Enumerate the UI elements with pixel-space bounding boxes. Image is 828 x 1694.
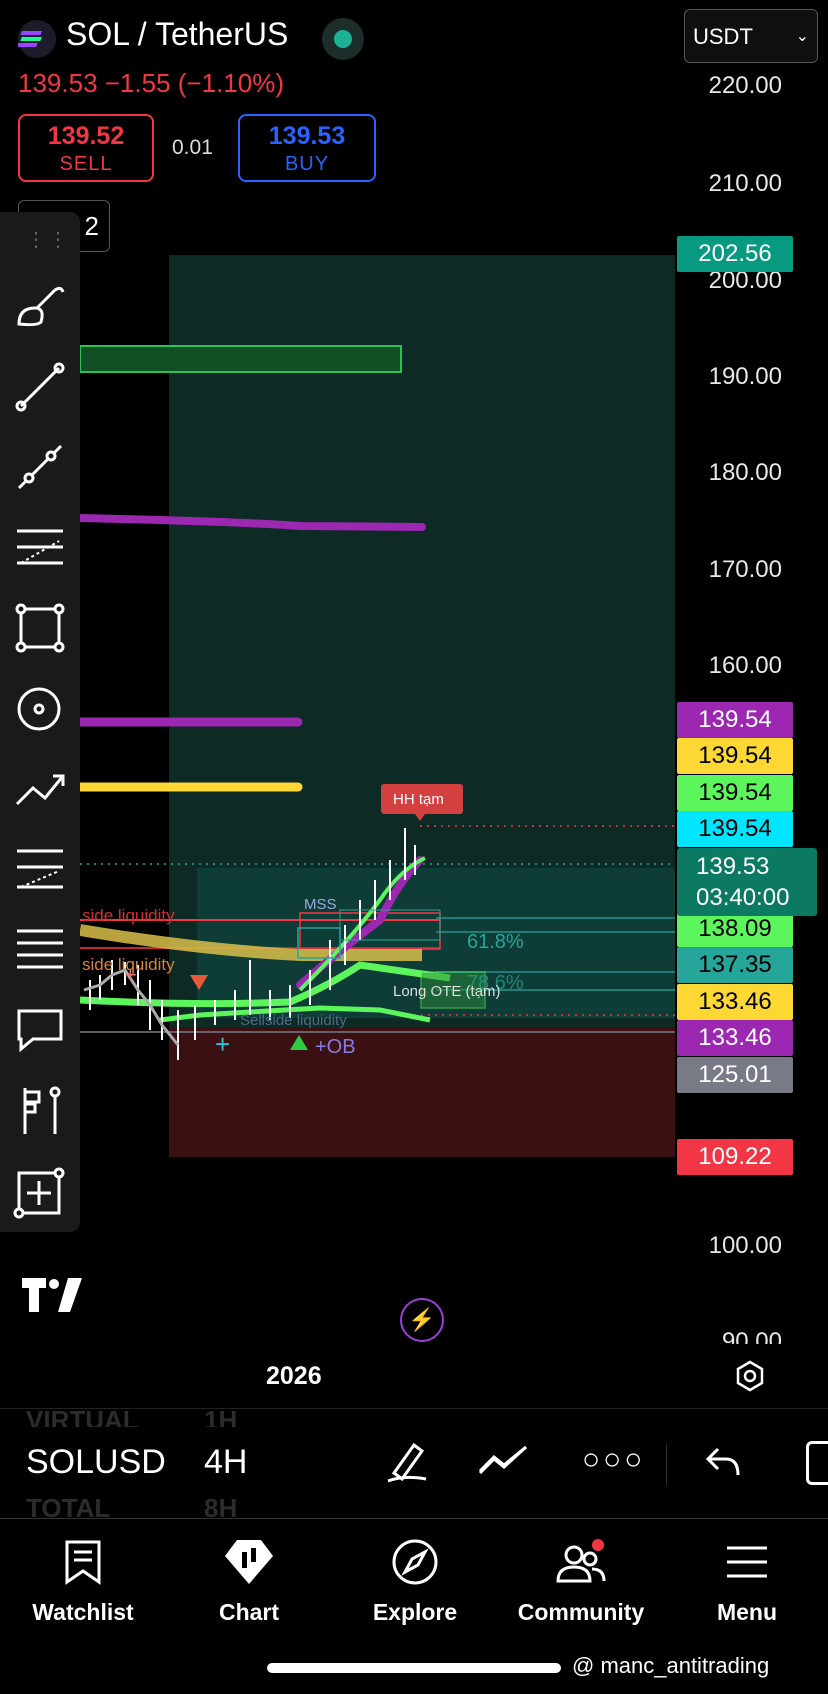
nav-label: Explore xyxy=(372,1599,458,1625)
candles-icon xyxy=(166,1529,332,1595)
divider xyxy=(666,1445,667,1485)
hh-label: HH tạm xyxy=(393,791,444,808)
path-icon[interactable] xyxy=(8,759,72,819)
indicators-icon[interactable] xyxy=(478,1443,530,1484)
chart-timeframe[interactable]: 4H xyxy=(204,1443,247,1482)
price-tag: 133.46 xyxy=(677,1020,793,1056)
tradingview-logo-icon xyxy=(22,1278,94,1319)
nav-chart[interactable]: Chart xyxy=(166,1519,332,1649)
mss-label: MSS xyxy=(304,896,337,913)
bar-countdown: 03:40:00 xyxy=(696,884,790,911)
current-price-tag: 139.53 03:40:00 xyxy=(677,848,817,916)
brush-icon[interactable] xyxy=(8,277,72,337)
axis-label: 90.00 xyxy=(721,1328,782,1344)
nav-watchlist[interactable]: Watchlist xyxy=(0,1519,166,1649)
rectangle-icon[interactable] xyxy=(8,598,72,658)
price-tag: 125.01 xyxy=(677,1057,793,1093)
ghost-tf-top: 1H xyxy=(204,1405,238,1427)
price-tag: 133.46 xyxy=(677,984,793,1020)
compass-icon xyxy=(332,1529,498,1595)
ghost-symbol-top: VIRTUAL xyxy=(26,1405,139,1427)
measure-icon[interactable] xyxy=(8,1162,72,1222)
axis-label: 100.00 xyxy=(708,1232,782,1259)
watermark: @ manc_antitrading xyxy=(572,1653,770,1678)
nav-explore[interactable]: Explore xyxy=(332,1519,498,1649)
axis-label: 180.00 xyxy=(708,459,782,486)
nav-label: Watchlist xyxy=(32,1599,134,1625)
svg-text:+: + xyxy=(215,1029,230,1059)
axis-label: 170.00 xyxy=(708,556,782,583)
nav-community[interactable]: Community xyxy=(498,1519,664,1649)
comment-icon[interactable] xyxy=(8,1000,72,1060)
liquidity-label-2: side liquidity xyxy=(82,955,175,974)
long-position-icon[interactable] xyxy=(8,1081,72,1141)
price-tag: 139.54 xyxy=(677,811,793,847)
nav-menu[interactable]: Menu xyxy=(664,1519,828,1649)
circle-icon[interactable] xyxy=(8,679,72,739)
bookmark-icon xyxy=(0,1529,166,1595)
price-tag: 139.54 xyxy=(677,702,793,738)
more-icon[interactable]: ○○○ xyxy=(582,1443,645,1477)
price-tag: 138.09 xyxy=(677,911,793,947)
ob-label: +OB xyxy=(315,1036,356,1058)
fullscreen-icon[interactable] xyxy=(806,1441,828,1485)
axis-label: 210.00 xyxy=(708,170,782,197)
fib-618-label: 61.8% xyxy=(467,931,524,953)
price-tag: 137.35 xyxy=(677,947,793,983)
price-tag: 109.22 xyxy=(677,1139,793,1175)
home-indicator[interactable] xyxy=(267,1663,561,1673)
drawing-toolbar: ⋮⋮ xyxy=(0,212,80,1232)
liquidity-label-1: side liquidity xyxy=(82,906,175,925)
current-price: 139.53 xyxy=(696,853,770,880)
chart-settings-icon[interactable] xyxy=(734,1360,766,1397)
undo-icon[interactable] xyxy=(705,1447,740,1482)
flash-icon[interactable]: ⚡ xyxy=(400,1298,444,1342)
sellside-liquidity-label: Sellside liquidity xyxy=(240,1012,347,1029)
chart-symbol[interactable]: SOLUSD xyxy=(26,1443,166,1482)
parallel-channel-icon[interactable] xyxy=(8,840,72,900)
pen-icon[interactable] xyxy=(384,1439,430,1490)
axis-label: 190.00 xyxy=(708,363,782,390)
horizontal-lines-icon[interactable] xyxy=(8,920,72,980)
nav-label: Menu xyxy=(716,1599,778,1625)
fib-icon[interactable] xyxy=(8,518,72,578)
trend-line-icon[interactable] xyxy=(8,357,72,417)
price-tag: 139.54 xyxy=(677,738,793,774)
drag-handle-icon[interactable]: ⋮⋮ xyxy=(26,227,70,252)
long-ote-label: Long OTE (tạm) xyxy=(393,983,501,1000)
hamburger-icon xyxy=(664,1529,828,1595)
people-icon xyxy=(498,1529,664,1595)
price-tag: 139.54 xyxy=(677,775,793,811)
time-axis-year: 2026 xyxy=(266,1362,322,1390)
nav-label: Chart xyxy=(218,1599,280,1625)
axis-label: 220.00 xyxy=(708,72,782,99)
ray-icon[interactable] xyxy=(8,437,72,497)
nav-label: Community xyxy=(517,1599,645,1625)
axis-label: 160.00 xyxy=(708,652,782,679)
price-tag: 202.56 xyxy=(677,236,793,272)
